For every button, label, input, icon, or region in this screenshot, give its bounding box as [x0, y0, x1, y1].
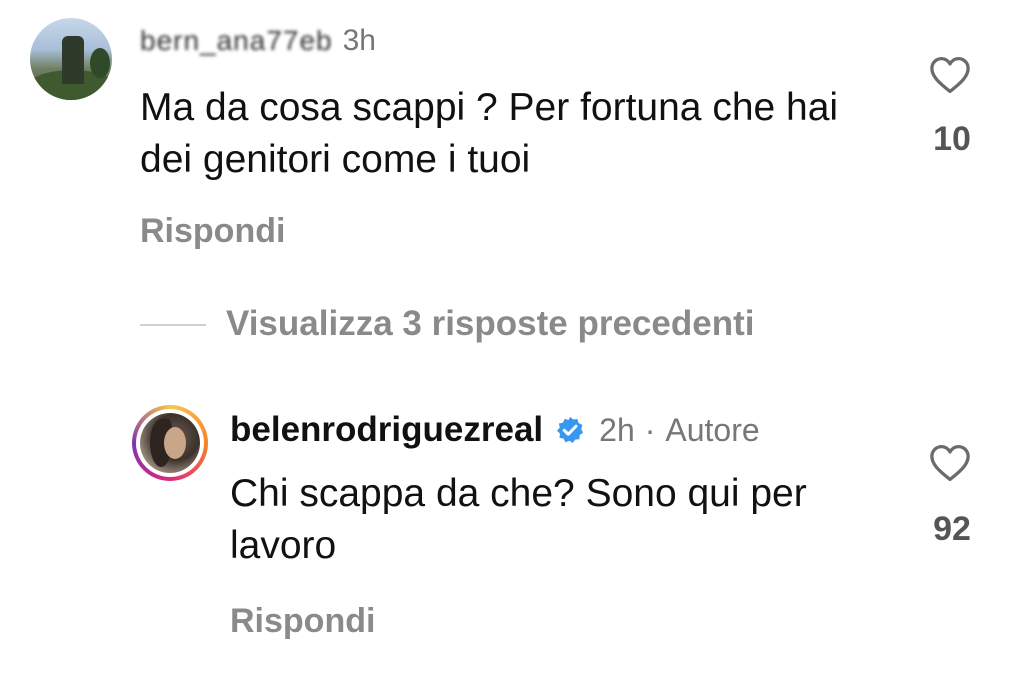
- like-count: 92: [933, 510, 971, 548]
- comment-text: Chi scappa da che? Sono qui per lavoro: [230, 472, 807, 567]
- heart-icon[interactable]: [929, 56, 971, 94]
- comment-header: bern_ana77eb 3h: [140, 24, 376, 58]
- verified-badge-icon: [557, 416, 584, 443]
- like-count: 10: [933, 120, 971, 158]
- reply-button[interactable]: Rispondi: [140, 212, 285, 251]
- view-previous-replies-button[interactable]: Visualizza 3 risposte precedenti: [226, 304, 754, 344]
- author-label: Autore: [665, 411, 760, 448]
- comment-text: Ma da cosa scappi ? Per fortuna che hai …: [140, 86, 839, 181]
- heart-icon[interactable]: [929, 444, 971, 482]
- comment-time: 3h: [342, 24, 376, 57]
- username[interactable]: bern_ana77eb: [140, 25, 333, 57]
- comment-time: 2h: [599, 411, 635, 448]
- reply-button[interactable]: Rispondi: [230, 602, 375, 641]
- avatar-story-ring[interactable]: [132, 405, 208, 481]
- comment-header: belenrodriguezreal 2h · Autore: [230, 408, 760, 452]
- avatar[interactable]: [30, 18, 112, 100]
- separator: ·: [644, 411, 656, 448]
- avatar: [140, 413, 200, 473]
- username[interactable]: belenrodriguezreal: [230, 410, 543, 450]
- divider: [140, 324, 206, 326]
